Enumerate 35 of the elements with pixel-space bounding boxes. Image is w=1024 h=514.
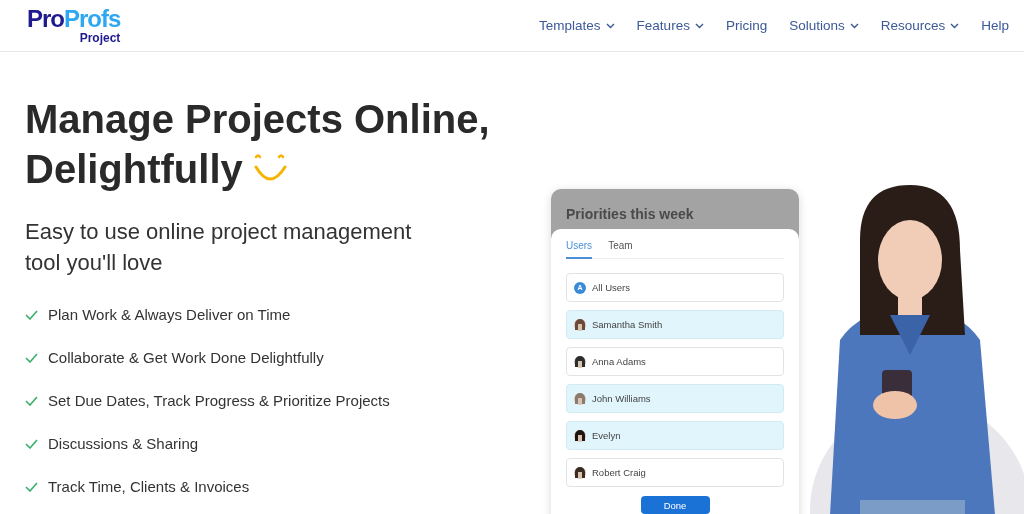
nav-link[interactable]: Help xyxy=(981,18,1009,33)
nav-link[interactable]: Pricing xyxy=(725,18,768,33)
feature-text: Track Time, Clients & Invoices xyxy=(48,478,250,496)
feature-text: Collaborate & Get Work Done Delightfully xyxy=(48,349,324,367)
tab[interactable]: Team xyxy=(608,238,633,259)
hero-title: Manage Projects Online, xyxy=(25,96,490,143)
avatar-icon xyxy=(574,466,586,479)
logo-wordmark[interactable]: ProProfs xyxy=(27,7,121,31)
avatar-icon xyxy=(574,318,586,331)
user-option[interactable]: Robert Craig xyxy=(566,458,784,487)
user-option[interactable]: Evelyn xyxy=(566,421,784,450)
feature-text: Set Due Dates, Track Progress & Prioritize Projects xyxy=(48,392,390,410)
check-icon xyxy=(25,396,38,406)
check-icon xyxy=(25,310,38,320)
avatar-icon xyxy=(574,429,586,442)
avatar-icon xyxy=(574,392,586,405)
tab[interactable]: Users xyxy=(566,238,593,259)
user-option[interactable]: Samantha Smith xyxy=(566,310,784,339)
feature-text: Discussions & Sharing xyxy=(48,435,199,453)
feature-text: Plan Work & Always Deliver on Time xyxy=(48,306,291,324)
nav-link[interactable]: Resources xyxy=(880,18,960,33)
user-option[interactable]: Anna Adams xyxy=(566,347,784,376)
product-name: Project xyxy=(79,32,121,44)
check-icon xyxy=(25,482,38,492)
done-button[interactable]: Done xyxy=(640,496,710,514)
check-icon xyxy=(25,353,38,363)
card-title: Priorities this week xyxy=(566,206,694,222)
avatar-icon xyxy=(574,355,586,368)
user-option[interactable]: John Williams xyxy=(566,384,784,413)
hero-subtitle: Easy to use online project management tool you'll love xyxy=(25,218,413,277)
nav-link[interactable]: Templates xyxy=(539,18,615,33)
nav-link[interactable]: Solutions xyxy=(789,18,859,33)
hero-title: Delightfully xyxy=(25,146,243,193)
check-icon xyxy=(25,439,38,449)
nav-link[interactable]: Features xyxy=(636,18,704,33)
